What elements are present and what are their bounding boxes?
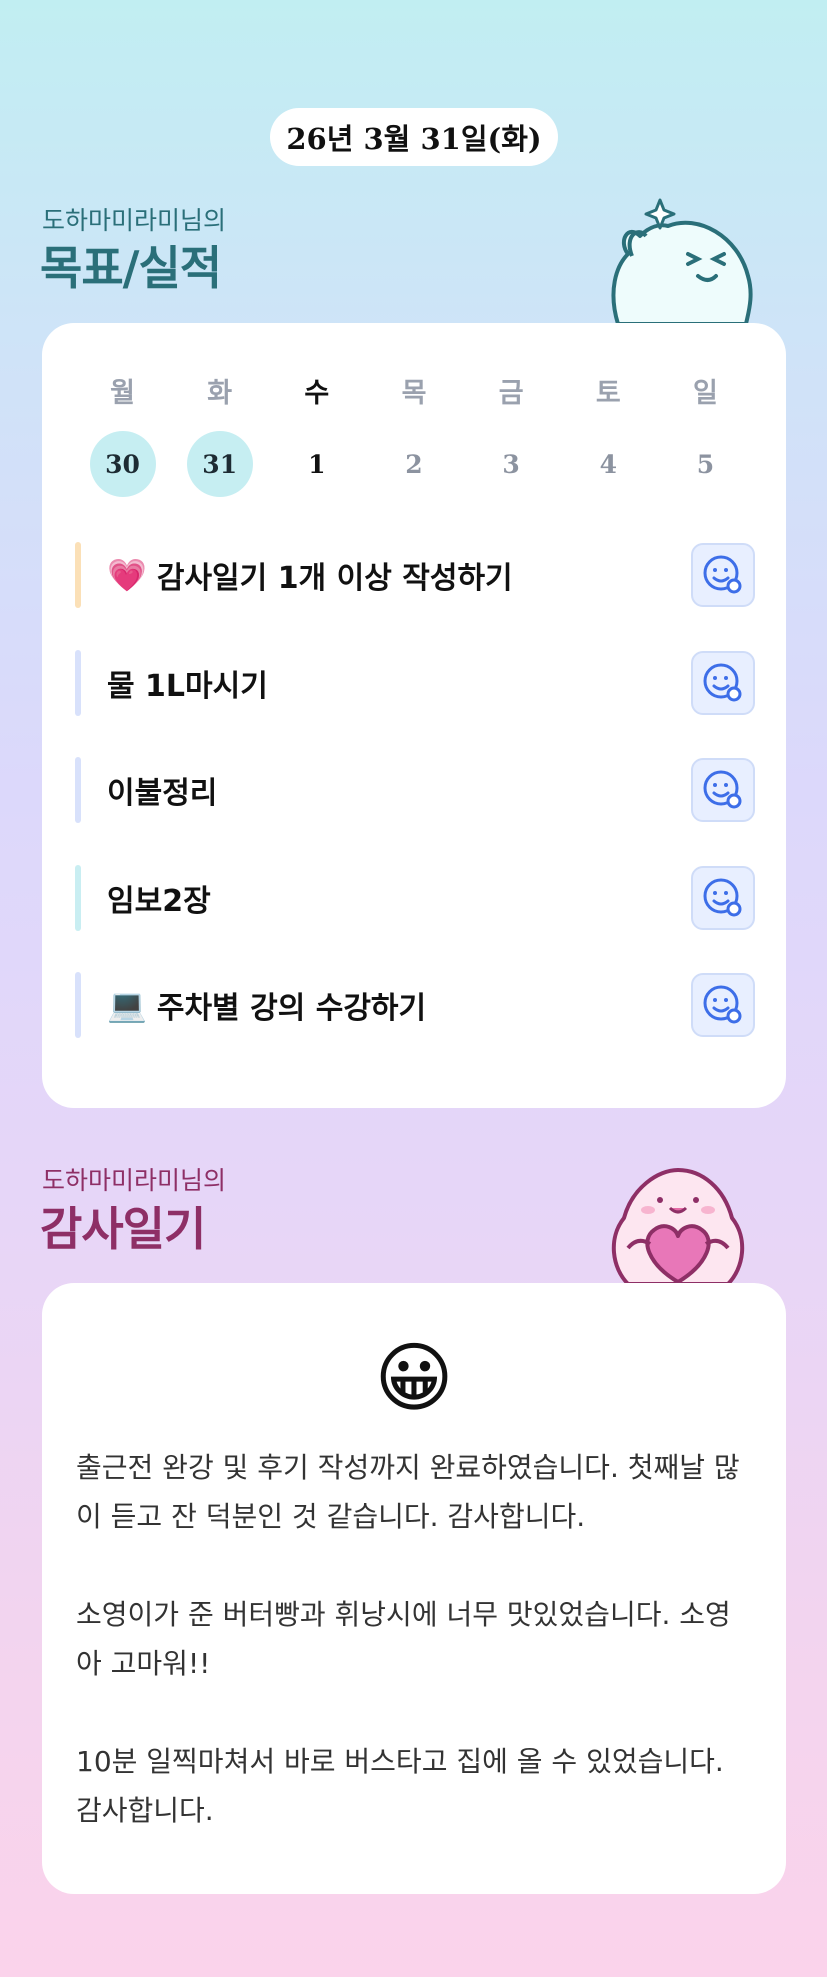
record-emotion-button[interactable] bbox=[691, 866, 755, 930]
goal-item: 💻 주차별 강의 수강하기 bbox=[75, 972, 755, 1038]
heart-icon: 💗 bbox=[107, 556, 147, 594]
diary-title: 감사일기 bbox=[40, 1202, 206, 1256]
laptop-icon: 💻 bbox=[107, 986, 147, 1024]
goal-text: 감사일기 1개 이상 작성하기 bbox=[156, 561, 513, 596]
goal-color-bar bbox=[75, 757, 81, 823]
date-cell[interactable]: 4 bbox=[560, 431, 657, 497]
weekday-label: 화 bbox=[207, 378, 233, 409]
weekday-label: 금 bbox=[498, 378, 524, 409]
goal-color-bar bbox=[75, 972, 81, 1038]
smiley-add-icon bbox=[703, 663, 742, 702]
goals-card: 월 화 수 목 금 토 일 30 31 1 2 3 4 5 💗 감사일기 1개 … bbox=[42, 323, 786, 1108]
date-number: 3 bbox=[502, 449, 520, 479]
date-badge: 26년 3월 31일(화) bbox=[270, 108, 558, 166]
weekday-label: 수 bbox=[304, 378, 330, 409]
smiley-add-icon bbox=[703, 555, 742, 594]
date-cell[interactable]: 1 bbox=[268, 431, 365, 497]
diary-body: 출근전 완강 및 후기 작성까지 완료하였습니다. 첫째날 많이 듣고 잔 덕분… bbox=[76, 1443, 756, 1835]
record-emotion-button[interactable] bbox=[691, 543, 755, 607]
goal-color-bar bbox=[75, 542, 81, 608]
record-emotion-button[interactable] bbox=[691, 973, 755, 1037]
date-number: 4 bbox=[599, 449, 617, 479]
date-cell[interactable]: 3 bbox=[463, 431, 560, 497]
goal-text: 이불정리 bbox=[107, 776, 218, 811]
record-emotion-button[interactable] bbox=[691, 651, 755, 715]
date-cell[interactable]: 31 bbox=[171, 431, 268, 497]
date-number: 1 bbox=[308, 449, 326, 479]
weekday-label: 목 bbox=[401, 378, 427, 409]
record-emotion-button[interactable] bbox=[691, 758, 755, 822]
goal-text: 물 1L마시기 bbox=[107, 669, 268, 704]
goals-title: 목표/실적 bbox=[40, 241, 222, 295]
date-cell[interactable]: 2 bbox=[365, 431, 462, 497]
diary-card: 😀 출근전 완강 및 후기 작성까지 완료하였습니다. 첫째날 많이 듣고 잔 … bbox=[42, 1283, 786, 1894]
smiley-add-icon bbox=[703, 985, 742, 1024]
diary-owner-label: 도하마미라미님의 bbox=[42, 1166, 227, 1195]
goal-item: 임보2장 bbox=[75, 865, 755, 931]
date-cell[interactable]: 30 bbox=[74, 431, 171, 497]
goal-item: 💗 감사일기 1개 이상 작성하기 bbox=[75, 542, 755, 608]
goal-color-bar bbox=[75, 865, 81, 931]
grinning-face-icon: 😀 bbox=[374, 1333, 454, 1422]
goal-color-bar bbox=[75, 650, 81, 716]
mascot-cheer-icon bbox=[611, 198, 753, 326]
goal-item: 물 1L마시기 bbox=[75, 650, 755, 716]
smiley-add-icon bbox=[703, 770, 742, 809]
week-date-row: 30 31 1 2 3 4 5 bbox=[74, 431, 754, 497]
smiley-add-icon bbox=[703, 878, 742, 917]
weekday-label: 월 bbox=[110, 378, 135, 409]
date-number: 5 bbox=[696, 449, 715, 479]
goal-item: 이불정리 bbox=[75, 757, 755, 823]
weekday-label: 토 bbox=[595, 378, 621, 409]
goal-text: 주차별 강의 수강하기 bbox=[156, 991, 427, 1026]
date-number: 30 bbox=[89, 431, 156, 497]
diary-paragraph: 소영이가 준 버터빵과 휘낭시에 너무 맛있었습니다. 소영아 고마워!! bbox=[76, 1598, 731, 1680]
weekday-header: 월 화 수 목 금 토 일 bbox=[74, 371, 754, 410]
mascot-heart-icon bbox=[611, 1168, 745, 1286]
goal-text: 임보2장 bbox=[107, 884, 211, 919]
diary-paragraph: 10분 일찍마쳐서 바로 버스타고 집에 올 수 있었습니다. 감사합니다. bbox=[76, 1745, 724, 1827]
date-number: 2 bbox=[405, 449, 423, 479]
date-cell[interactable]: 5 bbox=[657, 431, 754, 497]
date-number: 31 bbox=[186, 431, 253, 497]
weekday-label: 일 bbox=[692, 378, 718, 409]
diary-paragraph: 출근전 완강 및 후기 작성까지 완료하였습니다. 첫째날 많이 듣고 잔 덕분… bbox=[76, 1451, 740, 1533]
